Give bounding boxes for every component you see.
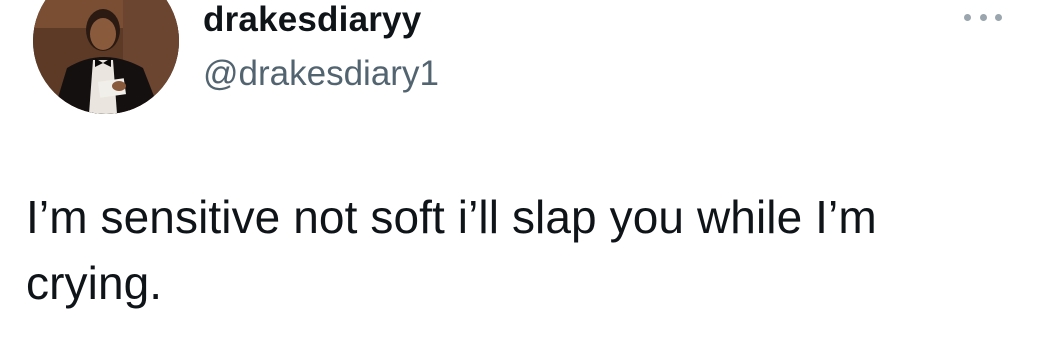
author-display-name[interactable]: drakesdiaryy xyxy=(203,0,421,42)
avatar-image xyxy=(33,0,179,114)
tweet-card: drakesdiaryy @drakesdiary1 I’m sensitive… xyxy=(0,0,1042,347)
author-handle[interactable]: @drakesdiary1 xyxy=(203,52,439,96)
more-horizontal-icon-dot xyxy=(979,13,987,21)
author-avatar[interactable] xyxy=(33,0,179,114)
more-horizontal-icon-dot xyxy=(995,13,1002,21)
more-horizontal-icon xyxy=(964,13,971,21)
tweet-text: I’m sensitive not soft i’ll slap you whi… xyxy=(26,191,877,309)
more-options-button[interactable] xyxy=(962,6,1004,28)
